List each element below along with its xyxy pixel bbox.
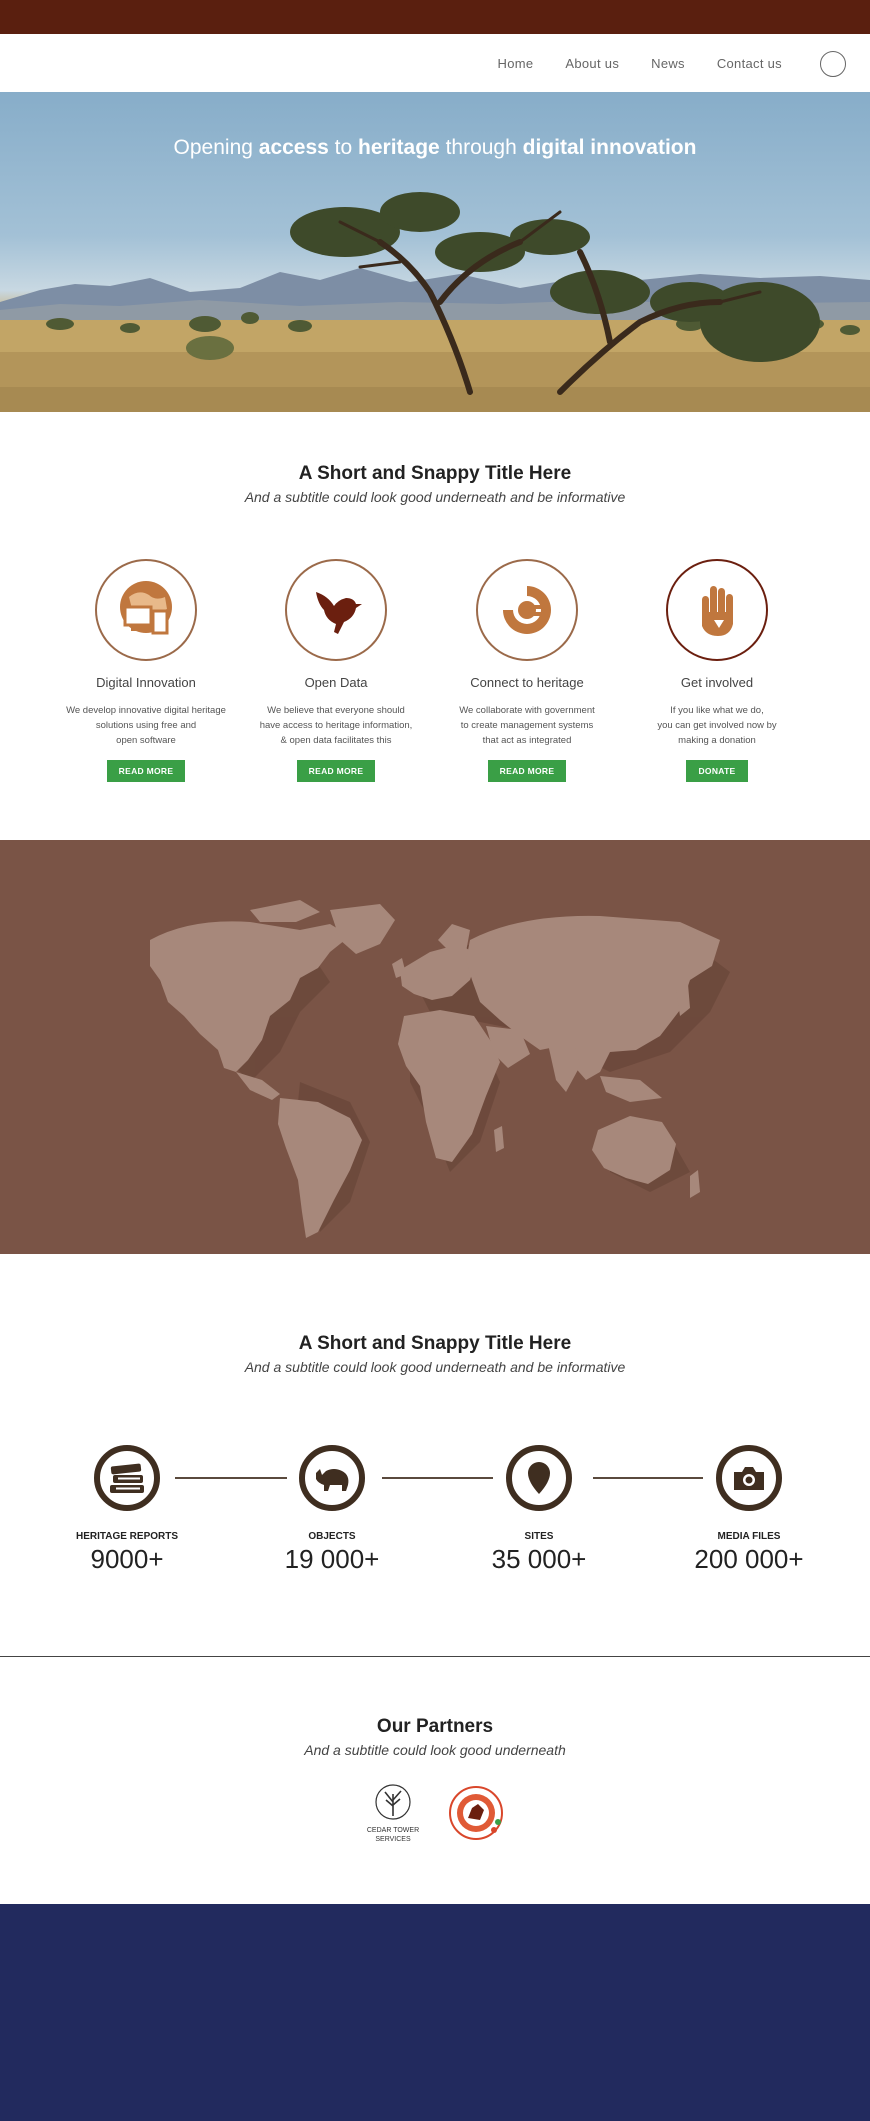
feature-ring [285,559,387,661]
hero-title: Opening access to heritage through digit… [173,136,697,159]
plug-icon [503,586,551,634]
svg-text:CEDAR TOWER: CEDAR TOWER [367,1827,419,1834]
partner-logos: CEDAR TOWER SERVICES [0,1780,870,1850]
hand-icon [702,586,733,636]
stat-circle [716,1445,782,1511]
stat-value: 9000+ [90,1544,164,1574]
stat-sites: SITES 35 000+ [469,1445,609,1575]
svg-text:SERVICES: SERVICES [375,1836,411,1843]
devices-globe-icon [120,581,172,635]
circle-icon[interactable] [820,51,846,77]
cedar-tower-services-logo[interactable]: CEDAR TOWER SERVICES [367,1784,419,1843]
stat-circle [506,1445,572,1511]
partners-title: Our Partners [376,1716,494,1737]
feature-title: Connect to heritage [470,675,584,690]
nav-news[interactable]: News [651,56,685,71]
read-more-button[interactable]: READ MORE [487,760,567,782]
nav-home[interactable]: Home [498,56,534,71]
feature-title: Digital Innovation [96,675,196,690]
circular-emblem-logo[interactable] [449,1786,503,1840]
section-divider [0,1656,870,1657]
stat-value: 200 000+ [694,1544,804,1574]
feature-connect-to-heritage: Connect to heritage We collaborate with … [437,559,617,782]
top-bar [0,0,870,34]
hero-banner: Opening access to heritage through digit… [0,92,870,412]
intro-subtitle: And a subtitle could look good underneat… [244,489,626,505]
feature-description: We believe that everyone should have acc… [259,705,413,746]
feature-ring [476,559,578,661]
map-pin-icon [528,1462,550,1494]
world-map-section [0,840,870,1254]
stat-label: HERITAGE REPORTS [75,1531,179,1542]
main-nav: Home About us News Contact us [0,34,870,92]
books-icon [110,1463,144,1493]
feature-description: If you like what we do, you can get invo… [657,705,777,746]
stat-label: OBJECTS [308,1531,356,1542]
read-more-button[interactable]: READ MORE [106,760,186,782]
partner-logos-graphic: CEDAR TOWER SERVICES [367,1784,503,1843]
stat-value: 19 000+ [284,1544,380,1574]
stat-media-files: MEDIA FILES 200 000+ [679,1445,819,1575]
bird-icon [316,592,362,634]
stat-circle [299,1445,365,1511]
nav-links: Home About us News Contact us [498,34,782,92]
stat-label: MEDIA FILES [717,1531,781,1542]
feature-description: We develop innovative digital heritage s… [66,705,226,746]
rhino-icon [316,1469,349,1491]
feature-title: Get involved [680,675,754,690]
feature-description: We collaborate with government to create… [459,705,595,746]
donate-button[interactable]: DONATE [686,760,748,782]
world-map-graphic [150,900,730,1238]
footer [0,1904,870,2121]
stat-circle [94,1445,160,1511]
feature-ring [666,559,768,661]
nav-about-us[interactable]: About us [565,56,619,71]
feature-ring [95,559,197,661]
stat-heritage-reports: HERITAGE REPORTS 9000+ [57,1445,197,1575]
nav-contact-us[interactable]: Contact us [717,56,782,71]
feature-digital-innovation: Digital Innovation We develop innovative… [56,559,236,782]
stat-label: SITES [524,1531,554,1542]
stat-objects: OBJECTS 19 000+ [262,1445,402,1575]
feature-open-data: Open Data We believe that everyone shoul… [246,559,426,782]
partners-subtitle: And a subtitle could look good underneat… [304,1742,566,1758]
stat-value: 35 000+ [491,1544,587,1574]
read-more-button[interactable]: READ MORE [296,760,376,782]
stats-subtitle: And a subtitle could look good underneat… [244,1359,626,1375]
feature-get-involved: Get involved If you like what we do, you… [627,559,807,782]
stats-title: A Short and Snappy Title Here [298,1333,572,1354]
feature-title: Open Data [304,675,368,690]
intro-title: A Short and Snappy Title Here [298,463,572,484]
camera-icon [734,1467,764,1490]
